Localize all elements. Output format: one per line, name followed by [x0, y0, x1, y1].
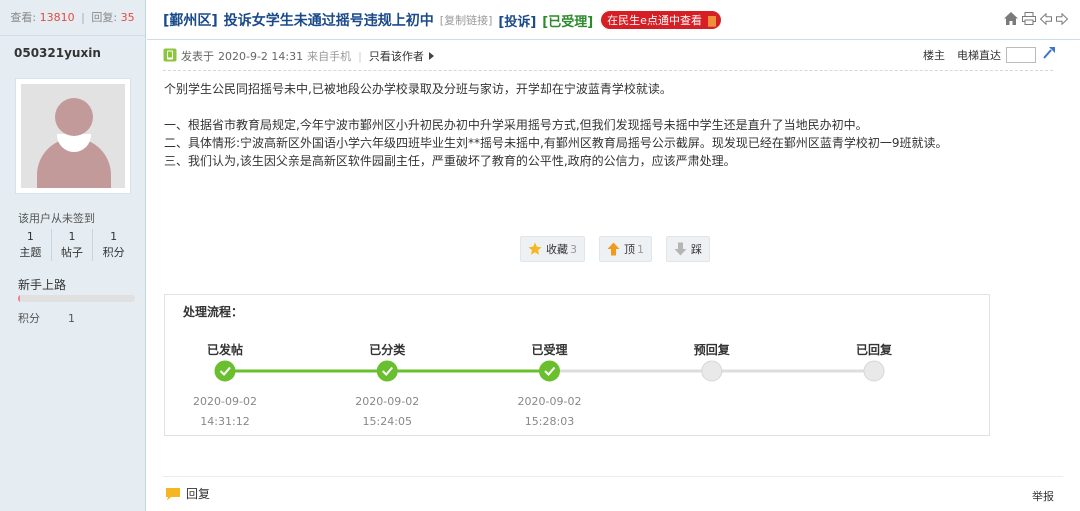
author-only-link[interactable]: 只看该作者 [369, 48, 424, 64]
comment-icon [166, 487, 180, 500]
post-source: 来自手机 [307, 50, 352, 63]
floor-label: 楼主 [923, 48, 945, 62]
rank-progress-fill [18, 295, 21, 302]
views-count: 13810 [39, 11, 75, 24]
author-username[interactable]: 050321yuxin [14, 46, 101, 60]
upvote-button[interactable]: 顶 1 [599, 236, 652, 262]
elevator-label: 电梯直达 [957, 48, 1001, 62]
favorite-count: 3 [570, 242, 577, 256]
replies-label: 回复: [91, 11, 118, 24]
content-paragraph: 三、我们认为,该生因父亲是高新区软件园副主任，严重破坏了教育的公平性,政府的公信… [164, 154, 736, 168]
content-paragraph: 个别学生公民同招摇号未中,已被地段公办学校录取及分班与家访，开学却在宁波蓝青学校… [164, 82, 672, 96]
prev-thread-icon[interactable] [1040, 12, 1052, 25]
posted-time: 2020-9-2 14:31 [218, 49, 304, 63]
view-in-app-badge[interactable]: 在民生e点通中查看 |||| [601, 11, 722, 29]
points-row: 积分 1 [18, 310, 75, 326]
copy-link-button[interactable]: [复制链接] [440, 12, 493, 28]
content-paragraph: 一、根据省市教育局规定,今年宁波市鄞州区小升初民办初中升学采用摇号方式,但我们发… [164, 118, 868, 132]
thread-region[interactable]: [鄞州区] [163, 10, 218, 30]
star-icon [528, 242, 542, 255]
caret-right-icon [428, 50, 434, 63]
flow-step-label: 已受理 [531, 343, 568, 357]
print-icon[interactable] [1022, 12, 1036, 25]
home-icon[interactable] [1004, 12, 1018, 25]
thread-title-bar: [鄞州区] 投诉女学生未通过摇号违规上初中 [复制链接] [投诉] [已受理] … [147, 0, 1080, 40]
footer-divider [163, 476, 1063, 477]
downvote-button[interactable]: 踩 [666, 236, 710, 262]
reply-button[interactable]: 回复 [165, 485, 210, 502]
points-label: 积分 [18, 312, 40, 325]
arrow-up-icon [607, 242, 620, 256]
meta-divider-line [163, 70, 1053, 71]
flow-step: 预回复 [672, 341, 752, 392]
flow-step-date: 2020-09-02 [193, 395, 257, 408]
flow-step-date: 2020-09-02 [517, 395, 582, 408]
title-tools [1004, 12, 1068, 25]
favorite-button[interactable]: 收藏 3 [520, 236, 585, 262]
flow-step-time: 15:28:03 [524, 415, 575, 428]
views-label: 查看: [10, 11, 37, 24]
post-content: 个别学生公民同招摇号未中,已被地段公办学校录取及分班与家访，开学却在宁波蓝青学校… [164, 80, 1044, 170]
flow-step-label: 已发帖 [206, 343, 243, 357]
points-value: 1 [68, 312, 75, 325]
flow-step: 已发帖 2020-09-02 14:31:12 [185, 341, 265, 432]
flow-step: 已分类 2020-09-02 15:24:05 [347, 341, 427, 432]
flow-step-label: 已分类 [369, 343, 406, 357]
sign-status: 该用户从未签到 [18, 212, 95, 225]
phone-icon [163, 48, 177, 65]
flow-step-label: 已回复 [855, 343, 892, 357]
flow-step-time: 15:24:05 [362, 415, 412, 428]
posts-count[interactable]: 1 帖子 [52, 229, 94, 261]
points-count[interactable]: 1 积分 [93, 229, 134, 261]
arrow-down-icon [674, 242, 687, 256]
content-paragraph: 二、具体情形:宁波高新区外国语小学六年级四班毕业生刘**摇号未摇中,有鄞州区教育… [164, 136, 948, 150]
default-avatar-icon [21, 84, 125, 188]
thread-status: [已受理] [542, 14, 594, 30]
topics-count[interactable]: 1 主题 [10, 229, 52, 261]
flow-step-date: 2020-09-02 [355, 395, 420, 408]
next-thread-icon[interactable] [1056, 12, 1068, 25]
post-main: [鄞州区] 投诉女学生未通过摇号违规上初中 [复制链接] [投诉] [已受理] … [147, 0, 1080, 511]
upvote-count: 1 [637, 242, 644, 256]
posted-label: 发表于 [181, 50, 214, 63]
process-flow: 处理流程： 已发帖 2020-09-02 14:31:12 已分类 2020-09-02… [164, 294, 990, 436]
floor-jump-input[interactable] [1006, 46, 1036, 63]
thread-stats: 查看: 13810 | 回复: 35 [0, 0, 145, 36]
user-rank[interactable]: 新手上路 [18, 276, 66, 293]
badge-bars-icon: |||| [706, 13, 717, 27]
thread-type[interactable]: [投诉] [498, 11, 536, 30]
author-sidebar: 查看: 13810 | 回复: 35 050321yuxin 该用户从未签到 1… [0, 0, 146, 511]
flow-step: 已回复 [834, 341, 914, 392]
elevator-go-icon[interactable] [1042, 46, 1056, 63]
user-counts: 1 主题 1 帖子 1 积分 [10, 229, 134, 261]
post-actions: 收藏 3 顶 1 踩 [520, 236, 710, 262]
report-link[interactable]: 举报 [1032, 488, 1054, 504]
avatar[interactable] [15, 78, 131, 194]
content-gap [164, 98, 1044, 116]
replies-count: 35 [120, 11, 135, 24]
floor-tools: 楼主 电梯直达 [923, 46, 1056, 63]
meta-divider: | [358, 49, 362, 63]
stats-separator: | [81, 11, 85, 24]
flow-step: 已受理 2020-09-02 15:28:03 [510, 341, 590, 432]
rank-progress-bar [18, 295, 135, 302]
flow-step-label: 预回复 [693, 343, 730, 357]
flow-step-time: 14:31:12 [200, 415, 250, 428]
thread-title: 投诉女学生未通过摇号违规上初中 [223, 13, 434, 29]
